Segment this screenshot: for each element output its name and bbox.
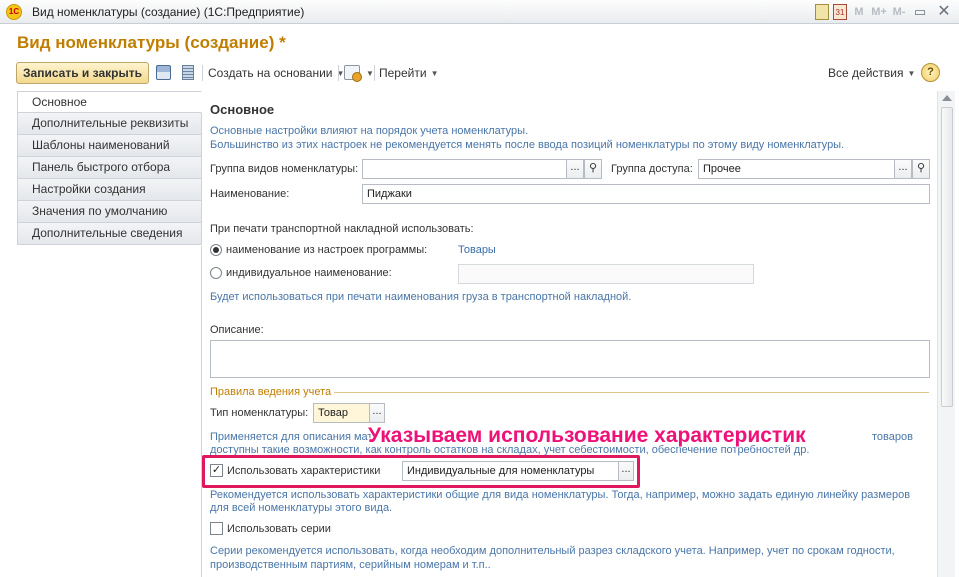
section-title: Основное (210, 102, 275, 117)
1c-logo-icon: 1С (6, 4, 22, 20)
nav-item-creation-settings[interactable]: Настройки создания (17, 179, 202, 201)
calculator-icon[interactable] (815, 4, 829, 20)
toolbar-separator (374, 65, 375, 81)
item-type-input[interactable]: Товар ... (313, 403, 385, 423)
settings-hint-line1: Основные настройки влияют на порядок уче… (210, 125, 529, 137)
group-search-icon[interactable]: ⚲ (584, 160, 601, 178)
window-controls: 31 M M+ M- ▭ ✕ (815, 3, 955, 21)
item-type-select-button[interactable]: ... (369, 404, 384, 422)
nav-panel-border (17, 246, 202, 577)
description-textarea[interactable] (210, 340, 930, 378)
access-label: Группа доступа: (611, 163, 693, 175)
series-hint-line1: Серии рекомендуется использовать, когда … (210, 545, 895, 557)
group-input[interactable]: ... ⚲ (362, 159, 602, 179)
use-series-label: Использовать серии (227, 523, 331, 535)
goto-menu[interactable]: Перейти ▼ (379, 66, 438, 80)
settings-hint-line2: Большинство из этих настроек не рекоменд… (210, 139, 845, 151)
toolbar-separator (338, 65, 339, 81)
calendar-icon[interactable]: 31 (833, 4, 847, 20)
nav-item-additional-attributes[interactable]: Дополнительные реквизиты (17, 113, 202, 135)
radio-program-name-label: наименование из настроек программы: (226, 244, 428, 256)
item-type-value: Товар (318, 407, 348, 419)
access-input[interactable]: Прочее ... ⚲ (698, 159, 930, 179)
access-select-button[interactable]: ... (894, 160, 912, 178)
name-value: Пиджаки (367, 188, 412, 200)
series-hint-line2: производственным партиям, серийным номер… (210, 559, 491, 571)
memory-m-button[interactable]: M (851, 3, 867, 21)
accounting-rules-group-title: Правила ведения учета (210, 386, 332, 398)
name-label: Наименование: (210, 188, 290, 200)
access-value: Прочее (703, 163, 741, 175)
window-title: Вид номенклатуры (создание) (1С:Предприя… (32, 5, 305, 19)
radio-individual-name-label: индивидуальное наименование: (226, 267, 392, 279)
create-based-on-menu[interactable]: Создать на основании ▼ (208, 66, 344, 80)
type-hint-line1-start: Применяется для описания мат (210, 431, 373, 443)
description-label: Описание: (210, 324, 264, 336)
characteristics-hint-line2: для всей номенклатуры этого вида. (210, 502, 393, 514)
item-type-label: Тип номенклатуры: (210, 407, 309, 419)
help-button[interactable]: ? (921, 63, 940, 82)
restore-window-icon[interactable]: ▭ (911, 3, 929, 21)
nav-item-additional-info[interactable]: Дополнительные сведения (17, 223, 202, 245)
scrollbar-thumb[interactable] (941, 107, 953, 407)
group-divider (334, 392, 929, 393)
products-link[interactable]: Товары (458, 244, 496, 256)
form-title: Вид номенклатуры (создание) * (17, 33, 286, 52)
access-search-icon[interactable]: ⚲ (912, 160, 929, 178)
radio-individual-name[interactable] (210, 267, 222, 279)
goto-label: Перейти (379, 66, 427, 80)
annotation-text: Указываем использование характеристик (368, 424, 806, 447)
memory-mplus-button[interactable]: M+ (871, 3, 887, 21)
create-based-on-label: Создать на основании (208, 66, 333, 80)
vertical-scrollbar[interactable] (937, 91, 955, 577)
all-actions-label: Все действия (828, 66, 904, 80)
form-navigation-panel: Основное Дополнительные реквизиты Шаблон… (17, 91, 202, 245)
chevron-down-icon: ▼ (907, 69, 916, 78)
radio-program-name[interactable] (210, 244, 222, 256)
scroll-up-icon[interactable] (942, 95, 952, 101)
use-series-checkbox[interactable] (210, 522, 223, 535)
chevron-down-icon[interactable]: ▼ (362, 66, 374, 80)
generate-report-icon[interactable] (344, 65, 362, 82)
print-hint: Будет использоваться при печати наименов… (210, 291, 632, 303)
close-window-icon[interactable]: ✕ (933, 3, 955, 21)
nav-item-default-values[interactable]: Значения по умолчанию (17, 201, 202, 223)
all-actions-menu[interactable]: Все действия ▼ (828, 66, 915, 80)
name-input[interactable]: Пиджаки (362, 184, 930, 204)
nav-item-name-templates[interactable]: Шаблоны наименований (17, 135, 202, 157)
print-label: При печати транспортной накладной исполь… (210, 223, 474, 235)
group-label: Группа видов номенклатуры: (210, 163, 359, 175)
toolbar-separator (202, 65, 203, 81)
group-select-button[interactable]: ... (566, 160, 584, 178)
memory-mminus-button[interactable]: M- (891, 3, 907, 21)
chevron-down-icon: ▼ (430, 69, 439, 78)
nav-item-quick-filter-panel[interactable]: Панель быстрого отбора (17, 157, 202, 179)
posting-list-icon[interactable] (182, 65, 194, 80)
nav-item-main[interactable]: Основное (17, 91, 202, 113)
characteristics-hint-line1: Рекомендуется использовать характеристик… (210, 489, 911, 501)
annotation-highlight-box (202, 455, 640, 488)
window-title-bar: 1С Вид номенклатуры (создание) (1С:Предп… (0, 0, 959, 24)
command-bar: Записать и закрыть Создать на основании ▼… (16, 62, 940, 84)
save-and-close-button[interactable]: Записать и закрыть (16, 62, 149, 84)
main-content: Основное Основные настройки влияют на по… (202, 91, 937, 577)
type-hint-line1-end: товаров (872, 431, 913, 443)
individual-name-input[interactable] (458, 264, 754, 284)
save-icon[interactable] (156, 65, 171, 80)
